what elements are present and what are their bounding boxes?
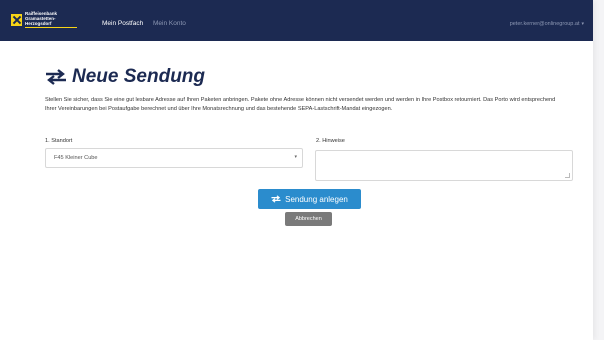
intro-text: Stellen Sie sicher, dass Sie eine gut le… — [45, 97, 556, 112]
caret-down-icon: ▾ — [581, 21, 584, 27]
logo-line2: Gramastetten-Herzogsdorf — [24, 17, 77, 29]
top-navbar: Raiffeisenbank Gramastetten-Herzogsdorf … — [0, 0, 593, 41]
sendung-anlegen-button[interactable]: Sendung anlegen — [258, 189, 361, 209]
standort-select[interactable]: F45 Kleiner Cube ▾ — [45, 148, 303, 168]
hinweise-textarea[interactable] — [315, 150, 573, 181]
page-title: Neue Sendung — [72, 66, 206, 87]
standort-value: F45 Kleiner Cube — [54, 155, 98, 161]
nav-link-mein-konto[interactable]: Mein Konto — [153, 20, 186, 27]
abbrechen-label: Abbrechen — [295, 216, 322, 222]
user-menu[interactable]: peter.kerner@onlinegroup.at ▾ — [510, 21, 584, 27]
page-card: Raiffeisenbank Gramastetten-Herzogsdorf … — [0, 0, 593, 340]
sendung-anlegen-label: Sendung anlegen — [285, 194, 348, 204]
bank-logo[interactable]: Raiffeisenbank Gramastetten-Herzogsdorf — [11, 11, 77, 29]
resize-grip-icon[interactable] — [565, 173, 570, 178]
exchange-arrows-icon — [46, 69, 66, 85]
user-email: peter.kerner@onlinegroup.at — [509, 21, 580, 27]
select-caret-icon: ▾ — [294, 154, 297, 160]
abbrechen-button[interactable]: Abbrechen — [285, 212, 332, 226]
raiffeisen-logo-icon — [11, 14, 22, 26]
standort-label: 1. Standort — [45, 138, 73, 144]
exchange-arrows-icon — [271, 195, 281, 203]
nav-link-mein-postfach[interactable]: Mein Postfach — [102, 20, 143, 27]
page-title-row: Neue Sendung — [45, 66, 205, 88]
hinweise-label: 2. Hinweise — [316, 138, 345, 144]
